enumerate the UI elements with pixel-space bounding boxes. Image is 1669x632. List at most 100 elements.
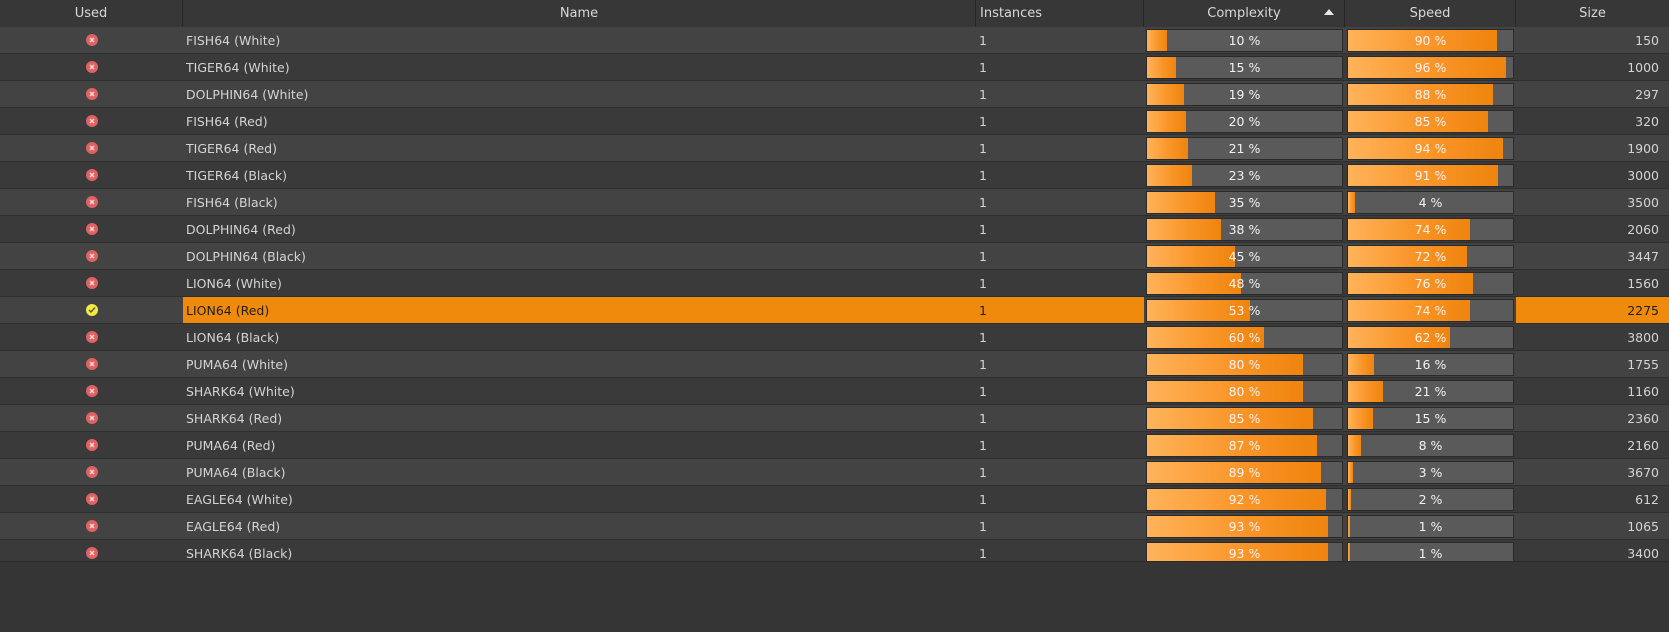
table-row[interactable]: DOLPHIN64 (Red) 1 38 % 74 % 2060 bbox=[0, 216, 1669, 243]
instances-cell[interactable]: 1 bbox=[976, 486, 1144, 513]
used-cell[interactable] bbox=[0, 351, 183, 378]
used-cell[interactable] bbox=[0, 108, 183, 135]
instances-cell[interactable]: 1 bbox=[976, 108, 1144, 135]
complexity-cell[interactable]: 89 % bbox=[1144, 459, 1345, 486]
complexity-cell[interactable]: 87 % bbox=[1144, 432, 1345, 459]
speed-cell[interactable]: 1 % bbox=[1345, 513, 1516, 540]
name-cell[interactable]: SHARK64 (White) bbox=[183, 378, 976, 405]
used-cell[interactable] bbox=[0, 270, 183, 297]
table-row[interactable]: FISH64 (White) 1 10 % 90 % 150 bbox=[0, 27, 1669, 54]
speed-cell[interactable]: 3 % bbox=[1345, 459, 1516, 486]
instances-cell[interactable]: 1 bbox=[976, 513, 1144, 540]
speed-cell[interactable]: 74 % bbox=[1345, 216, 1516, 243]
name-cell[interactable]: FISH64 (Black) bbox=[183, 189, 976, 216]
name-cell[interactable]: LION64 (White) bbox=[183, 270, 976, 297]
size-cell[interactable]: 3000 bbox=[1516, 162, 1669, 189]
complexity-cell[interactable]: 92 % bbox=[1144, 486, 1345, 513]
size-cell[interactable]: 1560 bbox=[1516, 270, 1669, 297]
speed-cell[interactable]: 2 % bbox=[1345, 486, 1516, 513]
size-cell[interactable]: 1755 bbox=[1516, 351, 1669, 378]
speed-cell[interactable]: 85 % bbox=[1345, 108, 1516, 135]
instances-cell[interactable]: 1 bbox=[976, 189, 1144, 216]
used-cell[interactable] bbox=[0, 216, 183, 243]
complexity-cell[interactable]: 60 % bbox=[1144, 324, 1345, 351]
size-cell[interactable]: 1065 bbox=[1516, 513, 1669, 540]
speed-cell[interactable]: 91 % bbox=[1345, 162, 1516, 189]
size-cell[interactable]: 150 bbox=[1516, 27, 1669, 54]
size-cell[interactable]: 3447 bbox=[1516, 243, 1669, 270]
name-cell[interactable]: EAGLE64 (White) bbox=[183, 486, 976, 513]
used-cell[interactable] bbox=[0, 135, 183, 162]
instances-cell[interactable]: 1 bbox=[976, 324, 1144, 351]
used-cell[interactable] bbox=[0, 405, 183, 432]
used-cell[interactable] bbox=[0, 378, 183, 405]
speed-cell[interactable]: 88 % bbox=[1345, 81, 1516, 108]
complexity-cell[interactable]: 80 % bbox=[1144, 378, 1345, 405]
used-cell[interactable] bbox=[0, 243, 183, 270]
size-cell[interactable]: 2160 bbox=[1516, 432, 1669, 459]
table-row[interactable]: FISH64 (Black) 1 35 % 4 % 3500 bbox=[0, 189, 1669, 216]
name-cell[interactable]: PUMA64 (White) bbox=[183, 351, 976, 378]
speed-cell[interactable]: 15 % bbox=[1345, 405, 1516, 432]
size-cell[interactable]: 2060 bbox=[1516, 216, 1669, 243]
used-cell[interactable] bbox=[0, 432, 183, 459]
size-cell[interactable]: 2360 bbox=[1516, 405, 1669, 432]
used-cell[interactable] bbox=[0, 513, 183, 540]
column-header-complexity[interactable]: Complexity bbox=[1144, 0, 1345, 27]
instances-cell[interactable]: 1 bbox=[976, 297, 1144, 324]
name-cell[interactable]: FISH64 (Red) bbox=[183, 108, 976, 135]
column-header-instances[interactable]: Instances bbox=[976, 0, 1144, 27]
name-cell[interactable]: PUMA64 (Red) bbox=[183, 432, 976, 459]
table-row[interactable]: LION64 (Red) 1 53 % 74 % 2275 bbox=[0, 297, 1669, 324]
table-row[interactable]: SHARK64 (White) 1 80 % 21 % 1160 bbox=[0, 378, 1669, 405]
name-cell[interactable]: SHARK64 (Red) bbox=[183, 405, 976, 432]
instances-cell[interactable]: 1 bbox=[976, 405, 1144, 432]
table-row[interactable]: DOLPHIN64 (White) 1 19 % 88 % 297 bbox=[0, 81, 1669, 108]
name-cell[interactable]: LION64 (Black) bbox=[183, 324, 976, 351]
complexity-cell[interactable]: 38 % bbox=[1144, 216, 1345, 243]
instances-cell[interactable]: 1 bbox=[976, 243, 1144, 270]
table-row[interactable]: EAGLE64 (Red) 1 93 % 1 % 1065 bbox=[0, 513, 1669, 540]
column-header-name[interactable]: Name bbox=[183, 0, 976, 27]
speed-cell[interactable]: 94 % bbox=[1345, 135, 1516, 162]
speed-cell[interactable]: 76 % bbox=[1345, 270, 1516, 297]
name-cell[interactable]: DOLPHIN64 (White) bbox=[183, 81, 976, 108]
used-cell[interactable] bbox=[0, 189, 183, 216]
instances-cell[interactable]: 1 bbox=[976, 135, 1144, 162]
used-cell[interactable] bbox=[0, 297, 183, 324]
instances-cell[interactable]: 1 bbox=[976, 27, 1144, 54]
name-cell[interactable]: TIGER64 (Red) bbox=[183, 135, 976, 162]
size-cell[interactable]: 320 bbox=[1516, 108, 1669, 135]
name-cell[interactable]: TIGER64 (Black) bbox=[183, 162, 976, 189]
instances-cell[interactable]: 1 bbox=[976, 351, 1144, 378]
table-row[interactable]: TIGER64 (Red) 1 21 % 94 % 1900 bbox=[0, 135, 1669, 162]
complexity-cell[interactable]: 80 % bbox=[1144, 351, 1345, 378]
name-cell[interactable]: LION64 (Red) bbox=[183, 297, 976, 324]
complexity-cell[interactable]: 85 % bbox=[1144, 405, 1345, 432]
used-cell[interactable] bbox=[0, 81, 183, 108]
instances-cell[interactable]: 1 bbox=[976, 432, 1144, 459]
name-cell[interactable]: DOLPHIN64 (Black) bbox=[183, 243, 976, 270]
used-cell[interactable] bbox=[0, 459, 183, 486]
column-header-speed[interactable]: Speed bbox=[1345, 0, 1516, 27]
used-cell[interactable] bbox=[0, 324, 183, 351]
complexity-cell[interactable]: 48 % bbox=[1144, 270, 1345, 297]
column-header-size[interactable]: Size bbox=[1516, 0, 1669, 27]
size-cell[interactable]: 1160 bbox=[1516, 378, 1669, 405]
used-cell[interactable] bbox=[0, 54, 183, 81]
complexity-cell[interactable]: 53 % bbox=[1144, 297, 1345, 324]
complexity-cell[interactable]: 93 % bbox=[1144, 513, 1345, 540]
complexity-cell[interactable]: 21 % bbox=[1144, 135, 1345, 162]
complexity-cell[interactable]: 20 % bbox=[1144, 108, 1345, 135]
complexity-cell[interactable]: 19 % bbox=[1144, 81, 1345, 108]
name-cell[interactable]: EAGLE64 (Red) bbox=[183, 513, 976, 540]
size-cell[interactable]: 612 bbox=[1516, 486, 1669, 513]
table-row[interactable]: TIGER64 (White) 1 15 % 96 % 1000 bbox=[0, 54, 1669, 81]
instances-cell[interactable]: 1 bbox=[976, 270, 1144, 297]
table-row[interactable]: SHARK64 (Red) 1 85 % 15 % 2360 bbox=[0, 405, 1669, 432]
speed-cell[interactable]: 8 % bbox=[1345, 432, 1516, 459]
name-cell[interactable]: FISH64 (White) bbox=[183, 27, 976, 54]
table-row[interactable]: TIGER64 (Black) 1 23 % 91 % 3000 bbox=[0, 162, 1669, 189]
speed-cell[interactable]: 16 % bbox=[1345, 351, 1516, 378]
speed-cell[interactable]: 4 % bbox=[1345, 189, 1516, 216]
